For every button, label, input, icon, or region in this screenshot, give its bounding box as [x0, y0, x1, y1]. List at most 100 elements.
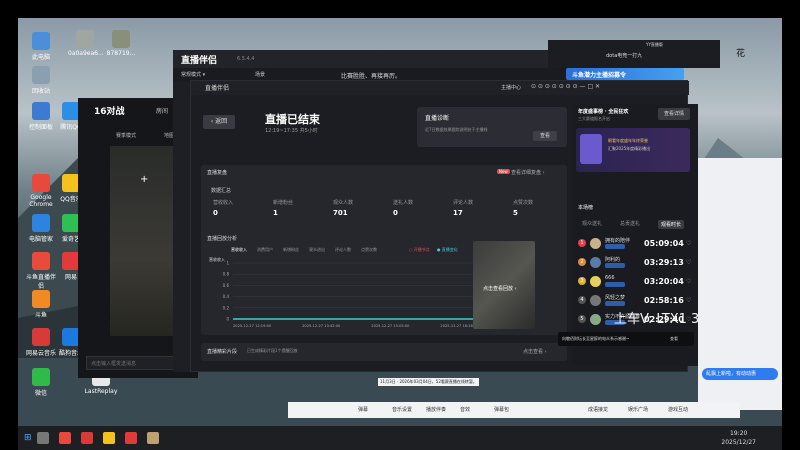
taskbar-app-icon[interactable]: [124, 432, 137, 444]
diagnosis-desc: 近7日数据效果跟踪说明处于主播线: [425, 127, 488, 132]
event-card[interactable]: 眼看年度盛年年终荣誉 汇聚2025年度精彩播出: [576, 128, 690, 172]
app-icon: [32, 174, 50, 192]
taskbar-app-icon[interactable]: [58, 432, 71, 444]
ranking-tab[interactable]: 观众送礼: [582, 220, 602, 227]
desktop-icon-8[interactable]: 微信: [24, 368, 58, 397]
avatar: [590, 314, 601, 325]
highlights-desc: 已生成精彩片段1个提醒回放: [247, 348, 298, 353]
trophy-icon: [580, 134, 602, 164]
taskbar-clock[interactable]: 19:20 2025/12/27: [721, 429, 756, 447]
app-version: 6.5.4.4: [237, 56, 255, 62]
replay-preview[interactable]: 点击查看回放 ›: [473, 241, 535, 329]
taskbar-app-icon[interactable]: [102, 432, 115, 444]
diagnosis-view-button[interactable]: 查看: [533, 131, 557, 141]
rank-number: 2: [578, 258, 586, 266]
view-replay-label: 点击查看回放 ›: [483, 286, 517, 292]
chart-y-tick: 0.6: [223, 283, 230, 288]
chart-y-tick: 1: [226, 261, 229, 266]
recruit-banner[interactable]: 斗鱼潜力主播招募令: [566, 68, 684, 80]
back-button[interactable]: ‹ 返回: [203, 115, 235, 129]
game-menu-season[interactable]: 赛季模式: [116, 132, 136, 139]
trend-chart: 营收收入 0 0.2 0.4 0.6 0.8 1 2025-12-27 12:19:00 202…: [209, 256, 477, 328]
platform-tag: YY直播版: [646, 42, 663, 47]
app-icon: [32, 102, 50, 120]
trend-section: 直播回放分析 营收收入 消费用户 新增粉丝 观众进出 评论人数 点赞次数 ○ 开播节点 ●…: [201, 231, 567, 335]
viewer-name: 阿利的: [605, 257, 621, 263]
chart-y-tick: 0.2: [223, 305, 230, 310]
stat-value: 5: [513, 209, 518, 217]
toolbar-item[interactable]: 播放伴奏: [426, 406, 446, 413]
desktop-icon-4[interactable]: 电脑管家: [24, 214, 58, 243]
stat-value: 0: [213, 209, 218, 217]
desktop-icon-1[interactable]: 回收站: [24, 66, 58, 95]
heart-icon[interactable]: ♡: [686, 297, 691, 304]
ranking-tab[interactable]: 总贡送礼: [620, 220, 640, 227]
watch-time: 03:20:04: [644, 277, 684, 286]
corner-char: 花: [736, 49, 746, 59]
level-badge: [605, 282, 625, 287]
app-icon: [32, 66, 50, 84]
rank-number: 1: [578, 239, 586, 247]
chart-x-tick: 2025-12-27 12:19:00: [233, 324, 272, 328]
modal-titlebar: 直播伴侣 主播中心 ⊙ ⊙ ⊙ ⊙ ⊙ ⊙ ⊙ — □ ✕: [191, 81, 689, 95]
game-room-label: 房间: [156, 108, 169, 115]
game-add-button[interactable]: +: [140, 174, 148, 185]
mode-dropdown[interactable]: 常规模式 ▾: [181, 71, 205, 78]
desktop-icon-file1[interactable]: 0a0a9ea6...: [68, 30, 104, 57]
taskbar-app-icon[interactable]: [80, 432, 93, 444]
detailed-review-link[interactable]: 查看详细复盘 ›: [511, 169, 545, 176]
username-label[interactable]: dota电竞一打九: [606, 52, 642, 59]
ranking-tab[interactable]: 观看时长: [658, 220, 685, 229]
desktop-icon-7[interactable]: 网易云音乐: [24, 328, 58, 357]
desktop-icon-file2[interactable]: 878719...: [104, 30, 138, 57]
new-badge: New: [497, 169, 510, 174]
desktop-icon-5[interactable]: 斗鱼直播伴侣: [24, 252, 58, 290]
app-icon: [32, 328, 50, 346]
stream-time-range: 12:19~17:35 共5小时: [265, 128, 318, 134]
stat-value: 17: [453, 209, 463, 217]
toolbar-item[interactable]: 弹幕: [358, 406, 368, 413]
chart-x-tick: 2025-12-27 16:28:00: [440, 324, 477, 328]
page-title: 直播已结束: [265, 113, 320, 126]
avatar: [590, 295, 601, 306]
toast-view-button[interactable]: 查看: [670, 336, 678, 342]
desktop-icon-2[interactable]: 控制面板: [24, 102, 58, 131]
stat-label: 营收收入: [213, 200, 234, 206]
viewer-name: 拥有的陪伴: [605, 238, 631, 244]
diagnosis-title: 直播诊断: [425, 115, 450, 122]
heart-icon[interactable]: ♡: [686, 259, 691, 266]
windows-taskbar: ⊞ 19:20 2025/12/27: [18, 426, 782, 450]
host-center-link[interactable]: 主播中心: [501, 84, 521, 91]
heart-icon[interactable]: ♡: [686, 240, 691, 247]
event-detail-button[interactable]: 查看详情: [658, 108, 690, 120]
thanks-toast: 向敬佰财坛长至星醉的电众系示感谢~ 查看: [558, 332, 694, 346]
chart-y-tick: 0: [226, 317, 229, 322]
desktop-icon-0[interactable]: 此电脑: [24, 32, 58, 61]
app-icon: [32, 368, 50, 386]
windows-start-icon[interactable]: ⊞: [24, 433, 32, 443]
trend-title: 直播回放分析: [207, 236, 238, 242]
toolbar-right-item[interactable]: 娱乐广场: [628, 406, 648, 413]
heart-icon[interactable]: ♡: [686, 278, 691, 285]
desktop-icon-6[interactable]: 斗鱼: [24, 290, 58, 319]
desktop-screen: 此电脑回收站控制面板 Google Chrome 电脑管家斗鱼直播伴侣 斗鱼网易云音乐…: [18, 18, 782, 450]
chart-y-tick: 0.8: [223, 272, 230, 277]
toolbar-right-item[interactable]: 成语接龙: [588, 406, 608, 413]
event-card-title: 年度盛事榜 · 全民狂欢: [578, 109, 629, 115]
taskbar-app-icon[interactable]: [36, 432, 49, 444]
level-badge: [605, 301, 625, 306]
toolbar-item[interactable]: 音效: [460, 406, 470, 413]
modal-window-controls[interactable]: ⊙ ⊙ ⊙ ⊙ ⊙ ⊙ ⊙ — □ ✕: [531, 83, 600, 90]
app-icon: [32, 252, 50, 270]
stat-label: 送礼人数: [393, 200, 414, 206]
highlights-link[interactable]: 点击查看 ›: [523, 348, 547, 355]
toolbar-item[interactable]: 音乐设置: [392, 406, 412, 413]
toolbar-right-item[interactable]: 游戏互动: [668, 406, 688, 413]
taskbar-app-icon[interactable]: [146, 432, 159, 444]
stat-value: 701: [333, 209, 348, 217]
viewer-name: 666: [605, 275, 615, 281]
desktop-icon-3[interactable]: Google Chrome: [24, 174, 58, 208]
stat-label: 评论人数: [453, 200, 474, 206]
toolbar-item[interactable]: 弹幕包: [494, 406, 509, 413]
scene-tab[interactable]: 场景: [255, 71, 265, 78]
